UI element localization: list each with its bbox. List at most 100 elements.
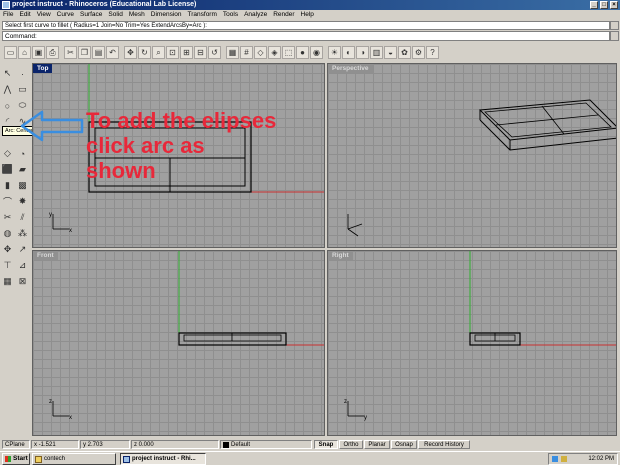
status-y-coord: y 2.703 (80, 440, 130, 449)
rectangle-icon[interactable]: ▭ (16, 83, 29, 96)
zoom-icon[interactable]: ⌕ (152, 46, 165, 59)
clock[interactable]: 12:02 PM (588, 454, 614, 464)
revolve-icon[interactable]: ◔ (16, 147, 29, 160)
polyline-icon[interactable]: ⋀ (1, 83, 14, 96)
rendered-icon[interactable]: ◉ (310, 46, 323, 59)
undo-icon[interactable]: ↶ (106, 46, 119, 59)
copy-icon[interactable]: ❐ (78, 46, 91, 59)
status-bar: CPlane x -1.521 y 2.703 z 0.000 Default … (0, 439, 620, 450)
viewport-title-right[interactable]: Right (328, 251, 353, 260)
help-icon[interactable]: ? (426, 46, 439, 59)
open-folder-icon[interactable]: ⌂ (18, 46, 31, 59)
menu-view[interactable]: View (37, 10, 51, 20)
maximize-button[interactable]: □ (600, 1, 608, 9)
zoom-extents-icon[interactable]: ⊞ (180, 46, 193, 59)
viewport-perspective[interactable]: Perspective (327, 63, 617, 248)
undo-view-icon[interactable]: ↺ (208, 46, 221, 59)
point-icon[interactable]: · (16, 67, 29, 80)
cylinder-icon[interactable]: ▮ (1, 179, 14, 192)
circle-icon[interactable]: ○ (1, 99, 14, 112)
status-cplane[interactable]: CPlane (2, 440, 30, 449)
annotation-line-2: click arc as (86, 133, 205, 158)
zoom-selected-icon[interactable]: ⊟ (194, 46, 207, 59)
wireframe-icon[interactable]: ⬚ (282, 46, 295, 59)
grasshopper-icon[interactable]: ✿ (398, 46, 411, 59)
menu-tools[interactable]: Tools (223, 10, 238, 20)
fillet-icon[interactable]: ⌒ (1, 195, 14, 208)
text-icon[interactable]: ⊿ (16, 259, 29, 272)
menu-file[interactable]: File (3, 10, 13, 20)
pan-icon[interactable]: ✥ (124, 46, 137, 59)
box-midline (495, 114, 599, 126)
network-icon[interactable] (552, 456, 558, 462)
named-view-icon[interactable]: ◈ (268, 46, 281, 59)
paste-icon[interactable]: ▤ (92, 46, 105, 59)
cut-icon[interactable]: ✂ (64, 46, 77, 59)
menu-curve[interactable]: Curve (57, 10, 74, 20)
trim-icon[interactable]: ✂ (1, 211, 14, 224)
menu-surface[interactable]: Surface (80, 10, 102, 20)
viewport-layout-icon[interactable]: ▦ (226, 46, 239, 59)
surface-icon[interactable]: ◇ (1, 147, 14, 160)
viewport-right[interactable]: z y Right (327, 250, 617, 436)
transform-icon[interactable]: ↗ (16, 243, 29, 256)
snapshot-icon[interactable]: ⊠ (16, 275, 29, 288)
status-x-coord: x -1.521 (31, 440, 79, 449)
viewport-title-front[interactable]: Front (33, 251, 58, 260)
array-icon[interactable]: ⁂ (16, 227, 29, 240)
cplane-icon[interactable]: ◇ (254, 46, 267, 59)
options-icon[interactable]: ⚙ (412, 46, 425, 59)
mesh-icon[interactable]: ▩ (16, 179, 29, 192)
select-arrow-icon[interactable]: ↖ (1, 67, 14, 80)
menu-edit[interactable]: Edit (19, 10, 30, 20)
menu-dimension[interactable]: Dimension (151, 10, 182, 20)
object-properties-icon[interactable]: ◑ (356, 46, 369, 59)
group-icon[interactable]: ◍ (1, 227, 14, 240)
ortho-toggle[interactable]: Ortho (339, 440, 363, 449)
render-icon[interactable]: ◒ (384, 46, 397, 59)
light-icon[interactable]: ☀ (328, 46, 341, 59)
osnap-toggle[interactable]: Osnap (391, 440, 417, 449)
box-icon[interactable]: ⬛ (1, 163, 14, 176)
axis-label-x: x (69, 228, 72, 234)
planar-toggle[interactable]: Planar (364, 440, 390, 449)
title-bar: project instruct - Rhinoceros (Education… (0, 0, 620, 10)
taskbar-item-rhino[interactable]: project instruct - Rhi... (120, 453, 206, 465)
split-icon[interactable]: ⫽ (16, 211, 29, 224)
command-input[interactable]: Command: (2, 31, 610, 41)
viewport-front[interactable]: z x Front (32, 250, 325, 436)
shaded-icon[interactable]: ● (296, 46, 309, 59)
explode-icon[interactable]: ✸ (16, 195, 29, 208)
dimension-icon[interactable]: ⊤ (1, 259, 14, 272)
layer-icon[interactable]: ▥ (370, 46, 383, 59)
menu-solid[interactable]: Solid (108, 10, 122, 20)
status-layer[interactable]: Default (220, 440, 312, 449)
menu-help[interactable]: Help (301, 10, 314, 20)
menu-analyze[interactable]: Analyze (244, 10, 267, 20)
print-icon[interactable]: ⎙ (46, 46, 59, 59)
pointer-arrow-icon (20, 110, 84, 142)
viewport-title-perspective[interactable]: Perspective (328, 64, 373, 73)
grid-snap-icon[interactable]: # (240, 46, 253, 59)
save-icon[interactable]: ▣ (32, 46, 45, 59)
viewport-title-top[interactable]: Top (33, 64, 53, 73)
minimize-button[interactable]: _ (590, 1, 598, 9)
move-icon[interactable]: ✥ (1, 243, 14, 256)
taskbar-item-contech[interactable]: contech (32, 453, 116, 465)
render-color-icon[interactable]: ◐ (342, 46, 355, 59)
menu-mesh[interactable]: Mesh (129, 10, 145, 20)
record-history-toggle[interactable]: Record History (418, 440, 470, 449)
menu-render[interactable]: Render (273, 10, 294, 20)
command-scrollbar[interactable] (610, 31, 619, 41)
history-scrollbar[interactable] (610, 21, 619, 30)
start-button[interactable]: Start (2, 453, 30, 465)
menu-transform[interactable]: Transform (188, 10, 217, 20)
extrude-icon[interactable]: ▰ (16, 163, 29, 176)
zoom-window-icon[interactable]: ⊡ (166, 46, 179, 59)
analyze-icon[interactable]: ▦ (1, 275, 14, 288)
close-button[interactable]: × (610, 1, 618, 9)
volume-icon[interactable] (561, 456, 567, 462)
new-file-icon[interactable]: ▭ (4, 46, 17, 59)
snap-toggle[interactable]: Snap (314, 440, 338, 449)
rotate-view-icon[interactable]: ↻ (138, 46, 151, 59)
